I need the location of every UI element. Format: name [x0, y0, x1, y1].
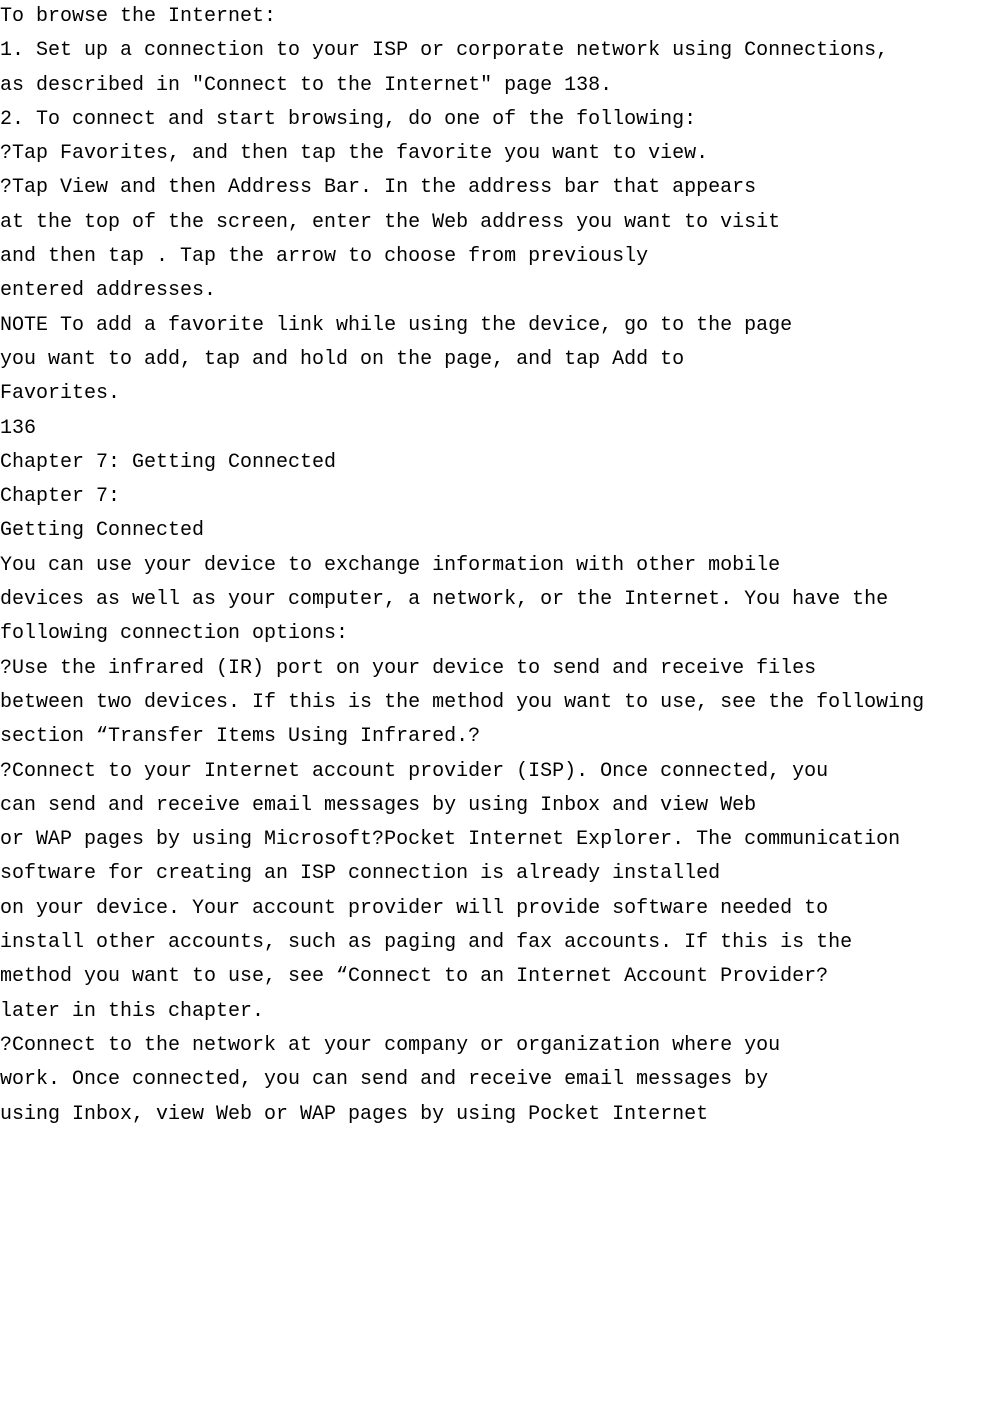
text-line: section “Transfer Items Using Infrared.?	[0, 720, 1001, 754]
text-line: ?Connect to your Internet account provid…	[0, 755, 1001, 789]
text-line: 2. To connect and start browsing, do one…	[0, 103, 1001, 137]
text-line: and then tap . Tap the arrow to choose f…	[0, 240, 1001, 274]
document-body: To browse the Internet:1. Set up a conne…	[0, 0, 1001, 1132]
text-line: software for creating an ISP connection …	[0, 857, 1001, 891]
text-line: entered addresses.	[0, 274, 1001, 308]
text-line: at the top of the screen, enter the Web …	[0, 206, 1001, 240]
text-line: method you want to use, see “Connect to …	[0, 960, 1001, 994]
text-line: you want to add, tap and hold on the pag…	[0, 343, 1001, 377]
text-line: devices as well as your computer, a netw…	[0, 583, 1001, 617]
text-line: You can use your device to exchange info…	[0, 549, 1001, 583]
text-line: install other accounts, such as paging a…	[0, 926, 1001, 960]
text-line: 1. Set up a connection to your ISP or co…	[0, 34, 1001, 68]
text-line: later in this chapter.	[0, 995, 1001, 1029]
text-line: Getting Connected	[0, 514, 1001, 548]
text-line: Favorites.	[0, 377, 1001, 411]
text-line: as described in "Connect to the Internet…	[0, 69, 1001, 103]
text-line: ?Tap View and then Address Bar. In the a…	[0, 171, 1001, 205]
text-line: can send and receive email messages by u…	[0, 789, 1001, 823]
text-line: NOTE To add a favorite link while using …	[0, 309, 1001, 343]
text-line: between two devices. If this is the meth…	[0, 686, 1001, 720]
text-line: or WAP pages by using Microsoft?Pocket I…	[0, 823, 1001, 857]
text-line: ?Use the infrared (IR) port on your devi…	[0, 652, 1001, 686]
text-line: using Inbox, view Web or WAP pages by us…	[0, 1098, 1001, 1132]
text-line: on your device. Your account provider wi…	[0, 892, 1001, 926]
text-line: Chapter 7: Getting Connected	[0, 446, 1001, 480]
text-line: work. Once connected, you can send and r…	[0, 1063, 1001, 1097]
text-line: 136	[0, 412, 1001, 446]
text-line: following connection options:	[0, 617, 1001, 651]
text-line: Chapter 7:	[0, 480, 1001, 514]
text-line: ?Tap Favorites, and then tap the favorit…	[0, 137, 1001, 171]
text-line: To browse the Internet:	[0, 0, 1001, 34]
text-line: ?Connect to the network at your company …	[0, 1029, 1001, 1063]
